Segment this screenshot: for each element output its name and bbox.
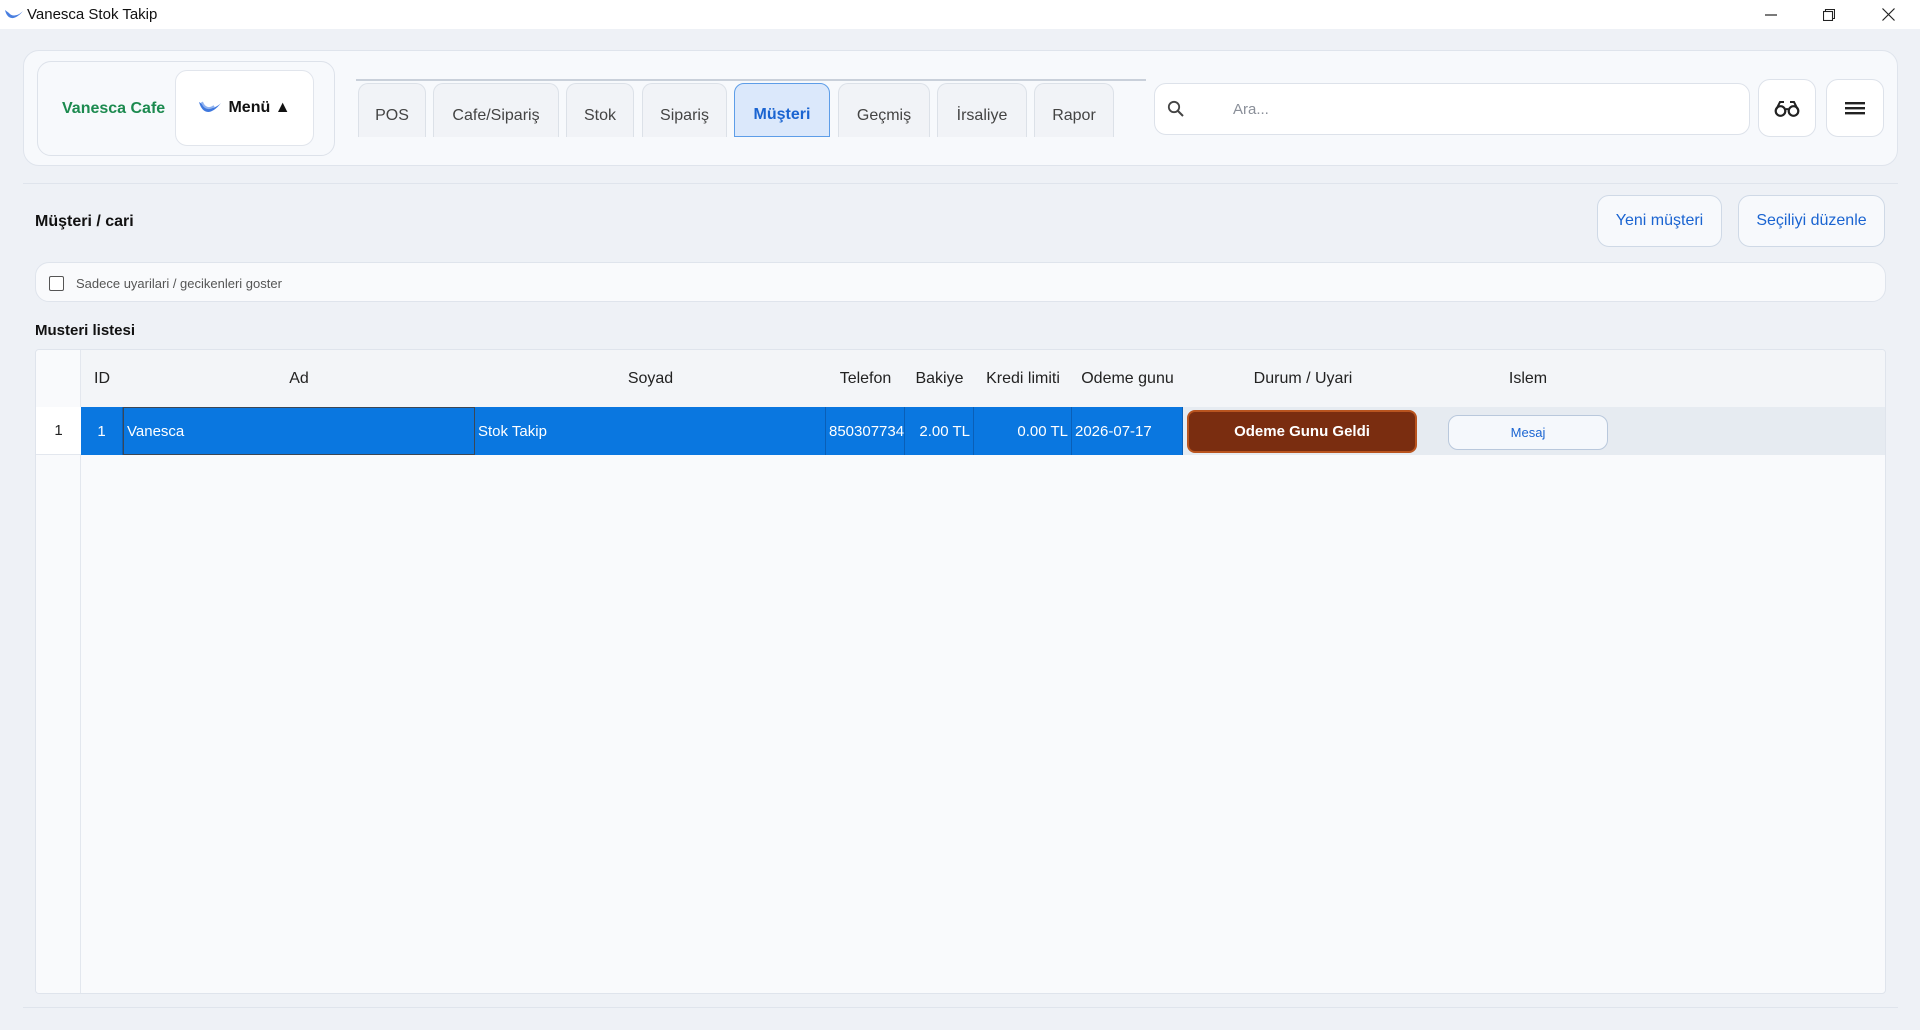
restore-icon <box>1823 8 1835 21</box>
close-icon <box>1881 8 1895 21</box>
content-bottom-divider <box>23 1007 1898 1008</box>
tab-musteri[interactable]: Müşteri <box>734 83 830 137</box>
tab-label: Sipariş <box>660 106 709 124</box>
header-bar: Vanesca Cafe Menü ▲ POS Cafe/Sipariş Sto… <box>23 50 1898 166</box>
tab-label: Müşteri <box>753 106 811 123</box>
table-body: 1 Vanesca Stok Takip 8503077341 2.00 TL … <box>81 407 1885 993</box>
cell-soyad[interactable]: Stok Takip <box>475 407 826 455</box>
hamburger-menu-icon <box>1845 102 1865 115</box>
tab-label: Cafe/Sipariş <box>452 106 540 124</box>
tab-pos[interactable]: POS <box>358 83 426 137</box>
minimize-icon <box>1765 13 1777 16</box>
tab-rapor[interactable]: Rapor <box>1034 83 1114 137</box>
search-input[interactable] <box>1233 98 1713 120</box>
button-label: Seçiliyi düzenle <box>1756 212 1867 229</box>
column-header-bakiye[interactable]: Bakiye <box>905 350 974 407</box>
filter-bar: Sadece uyarilari / gecikenleri goster <box>35 262 1886 302</box>
warnings-only-checkbox[interactable] <box>49 276 64 291</box>
column-header-durum[interactable]: Durum / Uyari <box>1183 350 1423 407</box>
close-button[interactable] <box>1860 0 1916 29</box>
glasses-icon <box>1774 101 1800 117</box>
cell-odeme-gunu[interactable]: 2026-07-17 <box>1072 407 1183 455</box>
main-tabs: POS Cafe/Sipariş Stok Sipariş Müşteri Ge… <box>356 79 1146 137</box>
tab-label: İrsaliye <box>956 106 1008 124</box>
tab-siparis[interactable]: Sipariş <box>642 83 727 137</box>
minimize-button[interactable] <box>1743 0 1799 29</box>
table-header: ID Ad Soyad Telefon Bakiye Kredi limiti … <box>81 350 1885 407</box>
tab-cafe-siparis[interactable]: Cafe/Sipariş <box>433 83 559 137</box>
column-header-id[interactable]: ID <box>81 350 123 407</box>
tab-label: Geçmiş <box>856 106 912 124</box>
customer-panel: Müşteri / cari Yeni müşteri Seçiliyi düz… <box>23 183 1898 1008</box>
restore-button[interactable] <box>1801 0 1857 29</box>
tab-label: Stok <box>583 106 616 124</box>
column-header-islem[interactable]: Islem <box>1423 350 1633 407</box>
search-box <box>1154 83 1750 135</box>
main-menu-button[interactable] <box>1826 79 1884 137</box>
cell-bakiye[interactable]: 2.00 TL <box>905 407 974 455</box>
app-logo-icon <box>199 101 222 112</box>
cell-telefon[interactable]: 8503077341 <box>826 407 905 455</box>
app-logo-icon <box>5 10 23 19</box>
edit-selected-button[interactable]: Seçiliyi düzenle <box>1738 195 1885 247</box>
row-number[interactable]: 1 <box>36 407 81 455</box>
menu-button[interactable]: Menü ▲ <box>175 70 314 146</box>
window-titlebar: Vanesca Stok Takip <box>0 0 1920 29</box>
tab-irsaliye[interactable]: İrsaliye <box>937 83 1027 137</box>
glasses-button[interactable] <box>1758 79 1816 137</box>
column-header-kredi-limiti[interactable]: Kredi limiti <box>974 350 1072 407</box>
cell-id[interactable]: 1 <box>81 407 123 455</box>
column-header-odeme-gunu[interactable]: Odeme gunu <box>1072 350 1183 407</box>
search-icon <box>1167 100 1184 117</box>
tab-label: Rapor <box>1052 106 1096 124</box>
tab-gecmis[interactable]: Geçmiş <box>838 83 930 137</box>
window-title: Vanesca Stok Takip <box>27 6 158 23</box>
customer-table: 1 ID Ad Soyad Telefon Bakiye Kredi limit… <box>35 349 1886 994</box>
menu-label: Menü ▲ <box>228 99 291 116</box>
brand-name: Vanesca Cafe <box>62 100 166 117</box>
button-label: Yeni müşteri <box>1615 212 1704 229</box>
table-row[interactable]: 1 Vanesca Stok Takip 8503077341 2.00 TL … <box>81 407 1885 455</box>
column-header-telefon[interactable]: Telefon <box>826 350 905 407</box>
tab-label: POS <box>375 106 409 124</box>
brand-box: Vanesca Cafe Menü ▲ <box>37 61 335 156</box>
status-badge: Odeme Gunu Geldi <box>1187 410 1417 453</box>
send-message-button[interactable]: Mesaj <box>1448 415 1608 450</box>
new-customer-button[interactable]: Yeni müşteri <box>1597 195 1722 247</box>
section-title: Müşteri / cari <box>35 213 134 230</box>
list-title: Musteri listesi <box>35 322 136 339</box>
column-header-ad[interactable]: Ad <box>123 350 475 407</box>
column-header-soyad[interactable]: Soyad <box>475 350 826 407</box>
cell-ad[interactable]: Vanesca <box>123 407 475 455</box>
warnings-only-label[interactable]: Sadece uyarilari / gecikenleri goster <box>76 276 282 291</box>
cell-kredi-limiti[interactable]: 0.00 TL <box>974 407 1072 455</box>
tab-stok[interactable]: Stok <box>566 83 634 137</box>
